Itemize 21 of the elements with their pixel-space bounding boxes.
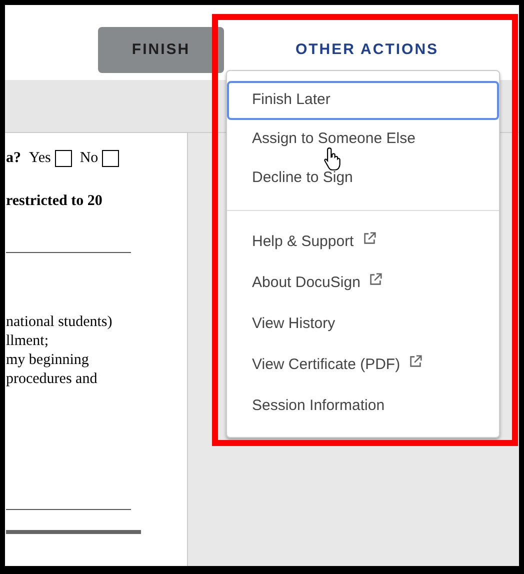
menu-item[interactable]: Decline to Sign — [227, 159, 499, 198]
checkbox[interactable] — [54, 150, 72, 167]
document-text: procedures and — [6, 370, 98, 389]
menu-item[interactable]: Assign to Someone Else — [227, 120, 499, 159]
menu-item[interactable]: Help & Support — [227, 222, 499, 263]
document-text: restricted to 20 — [6, 192, 104, 210]
menu-item[interactable]: About DocuSign — [227, 263, 499, 304]
menu-item[interactable]: Session Information — [227, 386, 499, 427]
document-text: llment; — [6, 332, 50, 351]
option-label: Yes — [29, 149, 51, 168]
document-text: national students) — [6, 313, 114, 332]
menu-item[interactable]: View Certificate (PDF) — [227, 345, 499, 386]
checkbox[interactable] — [102, 150, 120, 167]
document-text: my beginning — [6, 351, 90, 370]
finish-button[interactable]: FINISH — [98, 27, 224, 73]
menu-item[interactable]: View History — [227, 304, 499, 345]
menu-item[interactable]: Finish Later — [227, 81, 499, 120]
question-text: a? — [6, 149, 21, 168]
hand-cursor-icon — [323, 146, 343, 171]
other-actions-button[interactable]: OTHER ACTIONS — [232, 27, 502, 73]
option-label: No — [80, 149, 98, 168]
